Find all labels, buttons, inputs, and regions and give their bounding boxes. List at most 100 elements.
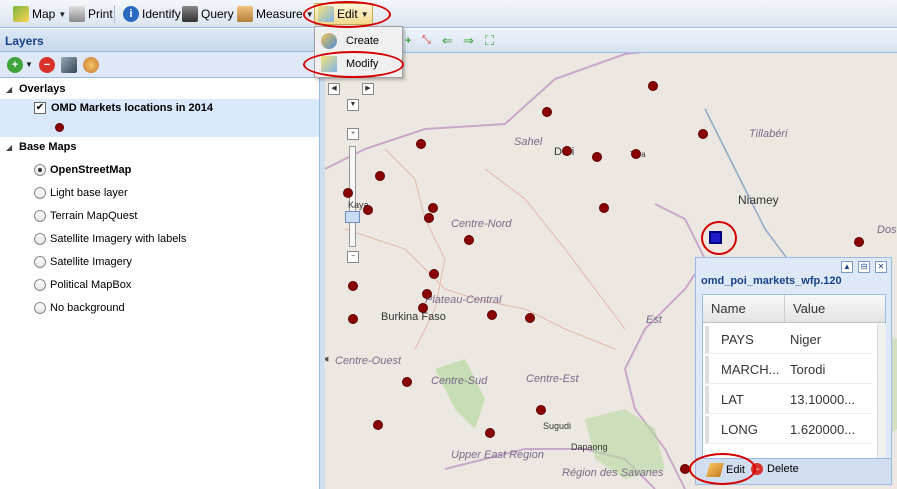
map-city-label: Burkina Faso [381,311,446,323]
basemap-radio[interactable] [34,279,46,291]
table-row[interactable]: MARCH... Torodi [703,355,873,384]
market-marker[interactable] [487,310,497,320]
popup-title: omd_poi_markets_wfp.120 [701,275,842,287]
print-button[interactable]: Print [66,3,116,25]
market-marker[interactable] [402,377,412,387]
map-region-label: Centre-Nord [451,218,512,230]
market-marker[interactable] [525,313,535,323]
basemap-label: OpenStreetMap [50,164,132,176]
basemap-radio[interactable] [34,210,46,222]
market-marker[interactable] [343,188,353,198]
market-marker[interactable] [599,203,609,213]
basemap-radio[interactable] [34,233,46,245]
market-marker[interactable] [854,237,864,247]
map-region-label: Centre-Sud [431,375,488,387]
market-marker[interactable] [631,149,641,159]
basemap-radio[interactable] [34,187,46,199]
market-marker[interactable] [429,269,439,279]
forward-arrow-icon[interactable]: ⇒ [463,33,474,49]
base-maps-node[interactable]: ◢ Base Maps [0,137,319,157]
chevron-down-icon[interactable]: ▼ [25,60,33,69]
menu-item-create[interactable]: Create [317,30,401,52]
basemap-item[interactable]: Light base layer [0,183,319,203]
wrench-icon[interactable] [61,57,77,73]
collapse-panel-arrow-icon[interactable]: ◀ [325,355,328,363]
layer-legend-marker [55,123,64,132]
attr-name: MARCH... [705,355,785,383]
basemap-label: Political MapBox [50,279,132,291]
grid-scrollbar[interactable] [877,324,886,480]
overlays-node[interactable]: ◢ Overlays [0,79,319,99]
basemap-item[interactable]: Political MapBox [0,275,319,295]
collapse-popup-icon[interactable]: ▲ [841,261,853,273]
market-marker[interactable] [562,146,572,156]
market-marker[interactable] [418,303,428,313]
table-row[interactable]: LONG 1.620000... [703,415,873,444]
market-marker[interactable] [464,235,474,245]
table-row[interactable]: PAYS Niger [703,325,873,354]
pan-down-button[interactable]: ▼ [347,99,359,111]
market-marker[interactable] [648,81,658,91]
market-marker[interactable] [424,213,434,223]
market-marker[interactable] [375,171,385,181]
base-maps-label: Base Maps [19,141,77,153]
collapse-triangle-icon[interactable]: ◢ [6,85,16,94]
map-menu-button[interactable]: Map ▼ [10,3,69,25]
basemap-item[interactable]: Terrain MapQuest [0,206,319,226]
remove-layer-icon[interactable]: − [39,57,55,73]
basemap-item[interactable]: Satellite Imagery with labels [0,229,319,249]
map-region-label: Tillabéri [749,128,788,140]
layer-visibility-checkbox[interactable]: ✔ [34,102,46,114]
map-region-label: Upper East Region [451,449,544,461]
market-marker[interactable] [348,314,358,324]
overlay-layer-item[interactable]: ✔ OMD Markets locations in 2014 [0,99,319,137]
basemap-item[interactable]: OpenStreetMap [0,160,319,180]
basemap-radio[interactable] [34,302,46,314]
attribute-grid: Name Value PAYS Niger MARCH... Torodi LA… [702,294,886,480]
add-layer-icon[interactable]: + [7,57,23,73]
pan-right-button[interactable]: ▶ [362,83,374,95]
market-marker[interactable] [698,129,708,139]
basemap-radio[interactable] [34,164,46,176]
zoom-out-button[interactable]: − [347,251,359,263]
basemap-label: Terrain MapQuest [50,210,138,222]
close-popup-icon[interactable]: ✕ [875,261,887,273]
column-header-name[interactable]: Name [703,295,785,322]
attr-value: Niger [790,331,822,347]
zoom-out-tool-icon[interactable]: ⤡ [422,34,431,47]
zoom-in-tool-icon[interactable]: + [405,35,411,47]
market-marker[interactable] [363,205,373,215]
printer-icon [69,6,85,22]
identify-button[interactable]: i Identify [120,3,184,25]
market-marker[interactable] [542,107,552,117]
market-marker[interactable] [422,289,432,299]
attr-name: LONG [705,415,785,443]
attr-name: PAYS [705,325,785,353]
market-marker[interactable] [416,139,426,149]
basemap-radio[interactable] [34,256,46,268]
market-marker[interactable] [373,420,383,430]
collapse-triangle-icon[interactable]: ◢ [6,143,16,152]
market-marker[interactable] [592,152,602,162]
market-marker[interactable] [348,281,358,291]
basemap-label: No background [50,302,125,314]
palette-icon[interactable] [83,57,99,73]
column-header-value[interactable]: Value [785,295,885,322]
zoom-in-button[interactable]: + [347,128,359,140]
delete-feature-button[interactable]: − Delete [751,463,799,475]
market-marker[interactable] [536,405,546,415]
query-button[interactable]: Query [179,3,237,25]
table-row[interactable]: LAT 13.10000... [703,385,873,414]
basemap-item[interactable]: Satellite Imagery [0,252,319,272]
feature-info-popup: ▲ ⊟ ✕ omd_poi_markets_wfp.120 Name Value… [695,257,892,485]
unpin-popup-icon[interactable]: ⊟ [858,261,870,273]
basemap-label: Satellite Imagery with labels [50,233,187,245]
market-marker[interactable] [485,428,495,438]
zoom-extent-icon[interactable]: ⛶ [485,33,494,49]
back-arrow-icon[interactable]: ⇐ [442,33,453,49]
market-marker[interactable] [428,203,438,213]
basemap-item[interactable]: No background [0,298,319,318]
pan-left-button[interactable]: ◀ [328,83,340,95]
zoom-slider-thumb[interactable] [345,211,360,223]
ruler-icon [237,6,253,22]
